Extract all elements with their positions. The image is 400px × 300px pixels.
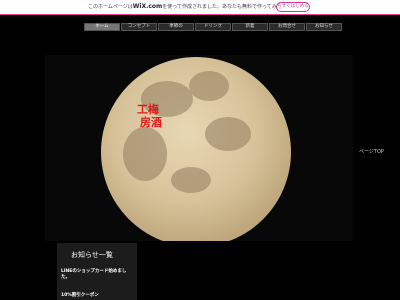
moon-mare bbox=[123, 127, 167, 181]
promo-bar: このホームページはWiX.comを使って作成されました。あなたも無料で作ってみま… bbox=[0, 0, 400, 14]
moon-mare bbox=[189, 71, 229, 101]
news-panel: お知らせ一覧 LINEのショップカード始めました。 10%割引クーポン bbox=[57, 243, 137, 300]
nav-item-news[interactable]: お知らせ bbox=[306, 23, 342, 31]
logo-line-1: 工梅 bbox=[137, 103, 159, 116]
nav-item-concept[interactable]: コンセプト bbox=[121, 23, 157, 31]
nav-item-drink[interactable]: ドリンク bbox=[195, 23, 231, 31]
moon-mare bbox=[205, 117, 251, 151]
nav-item-contact[interactable]: お問合せ bbox=[269, 23, 305, 31]
moon-image bbox=[101, 57, 291, 241]
promo-divider bbox=[0, 14, 400, 15]
news-item[interactable]: LINEのショップカード始めました。 bbox=[61, 269, 133, 281]
logo-line-2: 房酒 bbox=[140, 116, 162, 129]
promo-text-prefix: このホームページは bbox=[88, 4, 133, 10]
main-nav: ホーム コンセプト 季節の ドリンク 新着 お問合せ お知らせ bbox=[84, 23, 343, 31]
nav-item-new[interactable]: 新着 bbox=[232, 23, 268, 31]
nav-item-seasonal[interactable]: 季節の bbox=[158, 23, 194, 31]
nav-item-home[interactable]: ホーム bbox=[84, 23, 120, 31]
page-top-link[interactable]: ページTOP bbox=[359, 148, 384, 155]
promo-text: このホームページはWiX.comを使って作成されました。あなたも無料で作ってみま… bbox=[88, 2, 302, 12]
hero-image: 工梅 房酒 bbox=[45, 55, 353, 241]
moon-mare bbox=[171, 167, 211, 193]
start-now-button[interactable]: 今すぐはじめる bbox=[276, 2, 310, 12]
news-item[interactable]: 10%割引クーポン bbox=[61, 292, 99, 298]
news-title: お知らせ一覧 bbox=[71, 251, 113, 259]
wix-brand[interactable]: WiX.com bbox=[133, 3, 163, 10]
site-logo[interactable]: 工梅 房酒 bbox=[137, 103, 162, 129]
